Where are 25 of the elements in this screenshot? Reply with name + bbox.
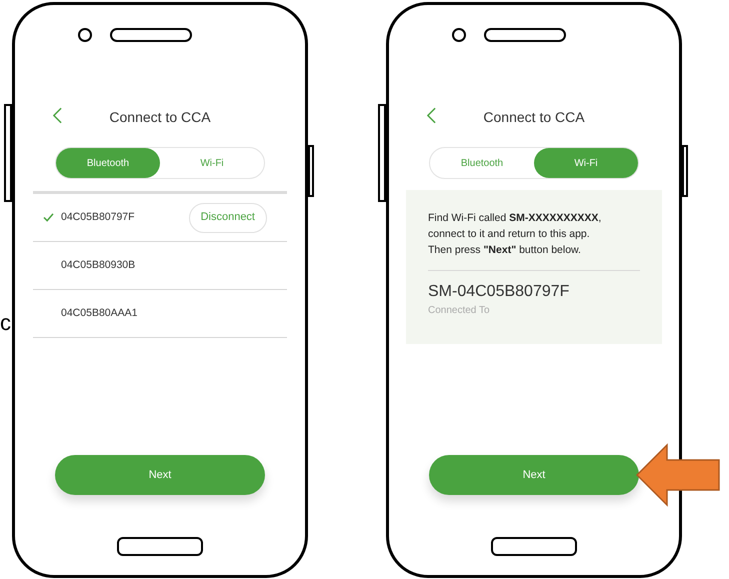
back-icon[interactable] [53,107,62,124]
disconnect-button[interactable]: Disconnect [188,202,267,232]
text-fragment: c [0,312,11,334]
next-button[interactable]: Next [429,455,639,495]
speaker-icon [110,28,192,42]
device-row[interactable]: 04C05B80797F Disconnect [33,194,287,242]
device-name: 04C05B80930B [61,258,136,273]
device-row[interactable]: 04C05B80930B [33,242,287,290]
screen-title: Connect to CCA [109,108,211,126]
tab[interactable]: Wi-Fi [160,148,264,178]
back-icon[interactable] [427,107,436,124]
instructions-text: Find Wi-Fi called SM-XXXXXXXXXX, connect to it and return to this app. Then press "Next" button below. [428,211,602,258]
tab[interactable]: Bluetooth [430,148,534,178]
screen-title: Connect to CCA [483,108,585,126]
camera-icon [78,28,92,42]
speaker-icon [484,28,566,42]
network-name: SM-04C05B80797F [428,283,570,301]
network-caption: Connected To [428,304,491,318]
camera-icon [452,28,466,42]
device-name: 04C05B80AAA1 [61,306,138,321]
next-button[interactable]: Next [55,455,265,495]
device-name: 04C05B80797F [61,210,136,225]
device-row[interactable]: 04C05B80AAA1 [33,290,287,338]
tab[interactable]: Bluetooth [56,148,160,178]
tab[interactable]: Wi-Fi [534,148,638,178]
